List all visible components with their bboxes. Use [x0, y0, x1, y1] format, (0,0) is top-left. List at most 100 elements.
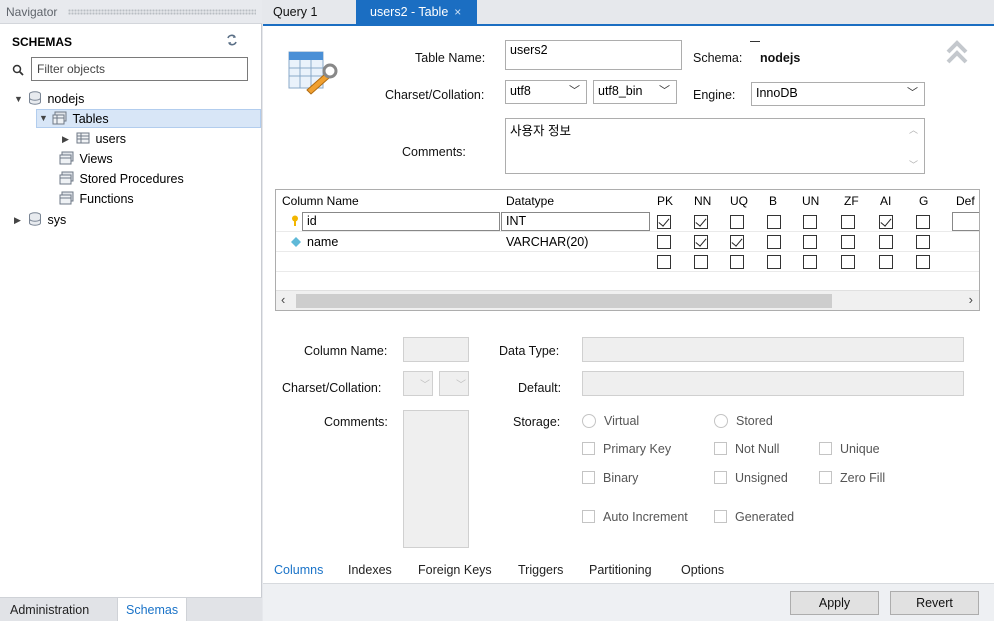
tab-label: users2 - Table — [370, 5, 449, 19]
un-checkbox[interactable] — [803, 255, 817, 269]
collapse-up-icon[interactable] — [946, 40, 968, 64]
pk-checkbox[interactable] — [657, 255, 671, 269]
filter-objects-input[interactable] — [31, 57, 248, 81]
grid-header-un[interactable]: UN — [802, 194, 819, 208]
chevron-down-icon: ﹀ — [420, 380, 430, 391]
horizontal-scrollbar[interactable]: ‹ › — [276, 290, 979, 310]
tree-item-sys[interactable]: ▶ sys — [14, 210, 66, 230]
pk-checkbox[interactable] — [657, 235, 671, 249]
binary-checkbox[interactable]: Binary — [582, 471, 638, 485]
tab-triggers[interactable]: Triggers — [518, 563, 563, 577]
scrollbar-thumb[interactable] — [296, 294, 832, 308]
un-checkbox[interactable] — [803, 215, 817, 229]
charset-select[interactable]: utf8 ﹀ — [505, 80, 587, 104]
table-row[interactable]: id INT — [276, 211, 979, 232]
column-name-cell[interactable]: id — [307, 214, 317, 228]
close-icon[interactable]: × — [454, 5, 461, 19]
table-name-input[interactable]: users2 — [505, 40, 682, 70]
table-wrench-icon — [288, 51, 338, 95]
primary-key-checkbox[interactable]: Primary Key — [582, 442, 671, 456]
tab-partitioning[interactable]: Partitioning — [589, 563, 652, 577]
stored-radio[interactable]: Stored — [714, 414, 773, 428]
nn-checkbox[interactable] — [694, 255, 708, 269]
grid-header-column-name[interactable]: Column Name — [282, 194, 359, 208]
expand-arrow-icon[interactable]: ▶ — [14, 210, 24, 230]
refresh-icon[interactable] — [225, 33, 239, 47]
table-icon — [76, 132, 90, 144]
tab-administration[interactable]: Administration — [2, 598, 97, 621]
grid-header-datatype[interactable]: Datatype — [506, 194, 554, 208]
g-checkbox[interactable] — [916, 255, 930, 269]
b-checkbox[interactable] — [767, 215, 781, 229]
virtual-radio[interactable]: Virtual — [582, 414, 639, 428]
tab-foreign-keys[interactable]: Foreign Keys — [418, 563, 492, 577]
tree-label: Functions — [79, 192, 134, 206]
apply-button[interactable]: Apply — [790, 591, 879, 615]
tab-indexes[interactable]: Indexes — [348, 563, 392, 577]
revert-button[interactable]: Revert — [890, 591, 979, 615]
nn-checkbox[interactable] — [694, 235, 708, 249]
default-cell[interactable] — [952, 212, 979, 231]
table-row[interactable] — [276, 252, 979, 272]
uq-checkbox[interactable] — [730, 255, 744, 269]
columns-grid[interactable]: Column Name Datatype PK NN UQ B UN ZF AI… — [275, 189, 980, 311]
unique-checkbox[interactable]: Unique — [819, 442, 880, 456]
ai-checkbox[interactable] — [879, 255, 893, 269]
grid-header-g[interactable]: G — [919, 194, 928, 208]
pk-checkbox[interactable] — [657, 215, 671, 229]
grid-header-zf[interactable]: ZF — [844, 194, 859, 208]
zf-checkbox[interactable] — [841, 215, 855, 229]
zf-checkbox[interactable] — [841, 235, 855, 249]
tree-item-functions[interactable]: Functions — [46, 189, 134, 209]
tree-item-views[interactable]: Views — [46, 149, 113, 169]
navigator-tabs: Administration Schemas — [0, 597, 262, 621]
expand-arrow-icon[interactable]: ▼ — [14, 89, 24, 109]
tab-schemas[interactable]: Schemas — [117, 598, 188, 621]
datatype-cell[interactable]: VARCHAR(20) — [506, 235, 588, 249]
column-name-cell[interactable]: name — [307, 235, 338, 249]
zero-fill-checkbox[interactable]: Zero Fill — [819, 471, 885, 485]
table-row[interactable]: name VARCHAR(20) — [276, 232, 979, 252]
ai-checkbox[interactable] — [879, 235, 893, 249]
expand-arrow-icon[interactable]: ▶ — [62, 129, 72, 149]
b-checkbox[interactable] — [767, 235, 781, 249]
scroll-down-icon[interactable]: ﹀ — [909, 158, 918, 171]
not-null-checkbox[interactable]: Not Null — [714, 442, 779, 456]
generated-checkbox[interactable]: Generated — [714, 510, 794, 524]
g-checkbox[interactable] — [916, 235, 930, 249]
grid-header-nn[interactable]: NN — [694, 194, 711, 208]
grid-header-ai[interactable]: AI — [880, 194, 891, 208]
expand-arrow-icon[interactable]: ▼ — [39, 110, 49, 127]
grid-header-pk[interactable]: PK — [657, 194, 673, 208]
tab-columns[interactable]: Columns — [274, 563, 323, 577]
scroll-up-icon[interactable]: ︿ — [909, 123, 918, 136]
navigator-grip[interactable] — [68, 9, 256, 15]
uq-checkbox[interactable] — [730, 215, 744, 229]
scroll-right-icon[interactable]: › — [969, 292, 973, 307]
un-checkbox[interactable] — [803, 235, 817, 249]
collation-select[interactable]: utf8_bin ﹀ — [593, 80, 677, 104]
g-checkbox[interactable] — [916, 215, 930, 229]
tree-item-users[interactable]: ▶ users — [62, 129, 126, 149]
tab-options[interactable]: Options — [681, 563, 724, 577]
tree-item-nodejs[interactable]: ▼ nodejs — [14, 89, 84, 109]
tree-item-stored-procedures[interactable]: Stored Procedures — [46, 169, 184, 189]
engine-select[interactable]: InnoDB ﹀ — [751, 82, 925, 106]
grid-header-default[interactable]: Def — [956, 194, 975, 208]
scroll-left-icon[interactable]: ‹ — [281, 292, 285, 307]
table-comments-textarea[interactable]: 사용자 정보 ︿ ﹀ — [505, 118, 925, 174]
tab-query-1[interactable]: Query 1 — [263, 0, 327, 24]
auto-increment-checkbox[interactable]: Auto Increment — [582, 510, 688, 524]
zf-checkbox[interactable] — [841, 255, 855, 269]
ai-checkbox[interactable] — [879, 215, 893, 229]
nn-checkbox[interactable] — [694, 215, 708, 229]
unsigned-checkbox[interactable]: Unsigned — [714, 471, 788, 485]
uq-checkbox[interactable] — [730, 235, 744, 249]
datatype-cell[interactable]: INT — [506, 214, 526, 228]
column-name-label: Column Name: — [304, 344, 388, 358]
grid-header-uq[interactable]: UQ — [730, 194, 748, 208]
b-checkbox[interactable] — [767, 255, 781, 269]
tree-item-tables[interactable]: ▼ Tables — [36, 109, 261, 128]
tab-users2-table[interactable]: users2 - Table × — [356, 0, 477, 24]
grid-header-b[interactable]: B — [769, 194, 777, 208]
